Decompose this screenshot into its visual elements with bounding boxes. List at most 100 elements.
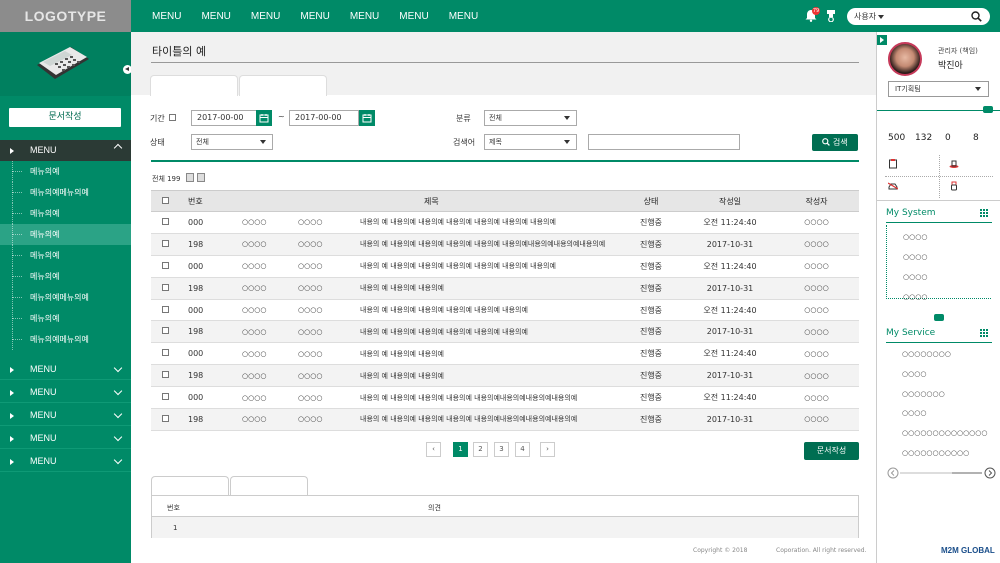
my-service-item[interactable]: ○○○○○○○○ [902, 350, 951, 358]
car-icon[interactable] [888, 181, 898, 191]
my-service-item[interactable]: ○○○○ [902, 370, 926, 378]
date-to-input[interactable]: 2017-00-00 [289, 110, 359, 126]
row-checkbox[interactable] [162, 239, 169, 247]
sidebar-subitem[interactable]: 메뉴의예 [0, 245, 131, 266]
sidebar-menu[interactable]: MENU [0, 451, 131, 472]
my-service-item[interactable]: ○○○○○○○○○○○○○○ [902, 429, 988, 437]
grid-icon[interactable] [980, 329, 988, 337]
sidebar-menu[interactable]: MENU [0, 405, 131, 426]
sidebar-menu-head[interactable]: MENU [0, 140, 131, 161]
row-checkbox[interactable] [162, 217, 169, 225]
sidebar-subitem[interactable]: 메뉴의예메뉴의예 [0, 182, 131, 203]
page-button[interactable]: 1 [453, 442, 468, 457]
my-service-item[interactable]: ○○○○○○○ [902, 390, 945, 398]
table-row[interactable]: 000 ○○○○ ○○○○ 내용의 예 내용의예 내용의예 내용의예 내용의예 내용의… [151, 255, 859, 278]
table-row[interactable]: 198 ○○○○ ○○○○ 내용의 예 내용의예 내용의예 진행중 2017-10-31 ○… [151, 364, 859, 388]
my-system-item[interactable]: ○○○○ [903, 233, 927, 241]
top-menu-item[interactable]: MENU [350, 0, 379, 32]
document-icon[interactable] [888, 159, 898, 169]
period-checkbox[interactable] [169, 114, 176, 121]
sidebar-subitem[interactable]: 메뉴의예 [0, 161, 131, 182]
my-system-item[interactable]: ○○○○ [903, 253, 927, 261]
column-header-author[interactable]: 작성자 [774, 190, 859, 212]
avatar [888, 42, 922, 76]
table-row[interactable]: 198 ○○○○ ○○○○ 내용의 예 내용의예 내용의예 내용의예 내용의예내용의예… [151, 408, 859, 431]
table-row[interactable]: 198 ○○○○ ○○○○ 내용의 예 내용의예 내용의예 내용의예 내용의예 내용의… [151, 233, 859, 256]
cell-c2: ○○○○ [292, 342, 348, 366]
my-system-item[interactable]: ○○○○ [903, 273, 927, 281]
my-service-item[interactable]: ○○○○ [902, 409, 926, 417]
top-menu-item[interactable]: MENU [251, 0, 280, 32]
comment-tab-2[interactable] [230, 476, 308, 496]
service-slider[interactable] [886, 467, 999, 479]
list-view-icon[interactable] [186, 173, 194, 182]
calendar-icon[interactable] [256, 110, 272, 126]
calendar-icon[interactable] [359, 110, 375, 126]
row-checkbox[interactable] [162, 393, 169, 401]
tab-1[interactable] [150, 75, 238, 96]
category-select[interactable]: 전체 [484, 110, 577, 126]
cell-date: 오전 11:24:40 [686, 299, 774, 322]
grid-icon[interactable] [980, 209, 988, 217]
column-header-no[interactable]: 번호 [180, 190, 236, 212]
table-row[interactable]: 000 ○○○○ ○○○○ 내용의 예 내용의예 내용의예 내용의예 내용의예내용의예… [151, 386, 859, 410]
user-select[interactable]: 사용자 [847, 8, 990, 25]
column-header-date[interactable]: 작성일 [686, 190, 774, 212]
my-service-item[interactable]: ○○○○○○○○○○○ [902, 449, 969, 457]
department-select[interactable]: IT기획팀 [888, 81, 989, 97]
row-checkbox[interactable] [162, 349, 169, 357]
toggle-handle[interactable] [983, 106, 993, 113]
sidebar-subitem[interactable]: 메뉴의예메뉴의예 [0, 329, 131, 350]
page-button[interactable]: 2 [473, 442, 488, 457]
my-system-item[interactable]: ○○○○ [903, 293, 927, 301]
page-button[interactable]: 3 [494, 442, 509, 457]
row-checkbox[interactable] [162, 283, 169, 291]
row-checkbox[interactable] [162, 327, 169, 335]
keyword-field-select[interactable]: 제목 [484, 134, 577, 150]
sidebar-subitem[interactable]: 메뉴의예메뉴의예 [0, 287, 131, 308]
row-checkbox[interactable] [162, 261, 169, 269]
select-all-checkbox[interactable] [162, 196, 169, 204]
grid-view-icon[interactable] [197, 173, 205, 182]
usb-icon[interactable] [949, 181, 959, 191]
sidebar-menu[interactable]: MENU [0, 382, 131, 403]
top-menu-item[interactable]: MENU [300, 0, 329, 32]
table-row[interactable]: 198 ○○○○ ○○○○ 내용의 예 내용의예 내용의예 진행중 2017-10-31 ○… [151, 277, 859, 300]
keyword-input[interactable] [588, 134, 740, 150]
row-checkbox[interactable] [162, 414, 169, 422]
top-menu-item[interactable]: MENU [201, 0, 230, 32]
sidebar-subitem-active[interactable]: 메뉴의예 [0, 224, 131, 245]
search-button[interactable]: 검색 [812, 134, 858, 151]
table-row[interactable]: 000 ○○○○ ○○○○ 내용의 예 내용의예 내용의예 내용의예 내용의예 내용의… [151, 211, 859, 234]
date-from-input[interactable]: 2017-00-00 [191, 110, 257, 126]
row-checkbox[interactable] [162, 305, 169, 313]
table-row[interactable]: 000 ○○○○ ○○○○ 내용의 예 내용의예 내용의예 진행중 오전 11:24:40… [151, 342, 859, 366]
prev-page-button[interactable]: ‹ [426, 442, 441, 457]
expand-panel-button[interactable] [877, 35, 887, 45]
sidebar-subitem[interactable]: 메뉴의예 [0, 203, 131, 224]
settings-icon[interactable] [826, 10, 836, 22]
sidebar-subitem[interactable]: 메뉴의예 [0, 308, 131, 329]
search-icon[interactable] [971, 11, 982, 22]
page-button[interactable]: 4 [515, 442, 530, 457]
table-row[interactable]: 000 ○○○○ ○○○○ 내용의 예 내용의예 내용의예 내용의예 내용의예 내용의… [151, 299, 859, 322]
logo[interactable]: LOGOTYPE [0, 0, 131, 32]
sidebar-subitem[interactable]: 메뉴의예 [0, 266, 131, 287]
column-header-status[interactable]: 상태 [616, 190, 686, 212]
top-menu-item[interactable]: MENU [152, 0, 181, 32]
status-select[interactable]: 전체 [191, 134, 273, 150]
top-menu-item[interactable]: MENU [449, 0, 478, 32]
write-document-button[interactable]: 문서작성 [9, 108, 121, 127]
tab-2[interactable] [239, 75, 327, 96]
hat-icon[interactable] [949, 159, 959, 169]
next-page-button[interactable]: › [540, 442, 555, 457]
sidebar-menu[interactable]: MENU [0, 428, 131, 449]
table-row[interactable]: 198 ○○○○ ○○○○ 내용의 예 내용의예 내용의예 내용의예 내용의예 내용의… [151, 320, 859, 344]
row-checkbox[interactable] [162, 371, 169, 379]
write-document-button[interactable]: 문서작성 [804, 442, 859, 460]
toggle-handle[interactable] [934, 314, 944, 321]
top-menu-item[interactable]: MENU [399, 0, 428, 32]
column-header-title[interactable]: 제목 [348, 190, 616, 212]
sidebar-menu[interactable]: MENU [0, 359, 131, 380]
comment-tab-1[interactable] [151, 476, 229, 496]
